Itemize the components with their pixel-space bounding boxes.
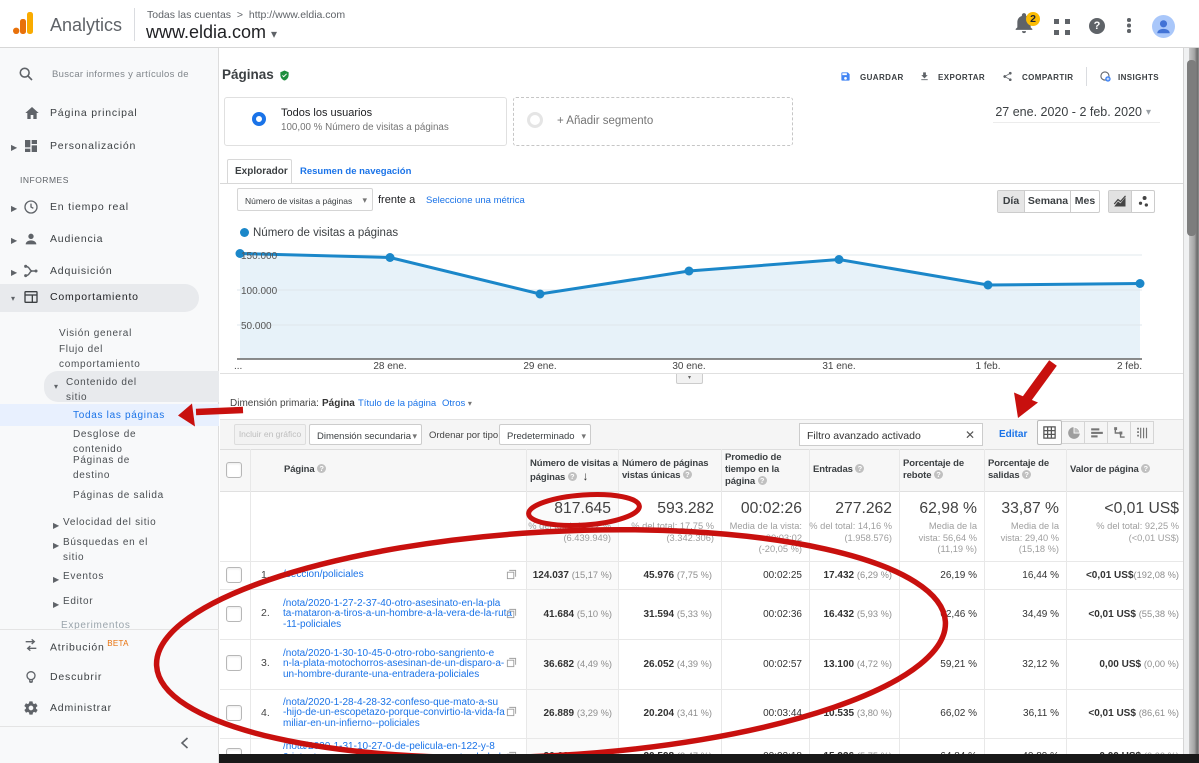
svg-text:30 ene.: 30 ene. (672, 361, 705, 372)
svg-text:31 ene.: 31 ene. (822, 361, 855, 372)
svg-text:1 feb.: 1 feb. (975, 361, 1000, 372)
svg-text:29 ene.: 29 ene. (523, 361, 556, 372)
svg-text:28 ene.: 28 ene. (373, 361, 406, 372)
svg-text:2 feb.: 2 feb. (1117, 361, 1142, 372)
svg-text:...: ... (234, 361, 242, 372)
svg-text:50.000: 50.000 (241, 321, 272, 332)
svg-text:150.000: 150.000 (241, 251, 278, 262)
svg-text:100.000: 100.000 (241, 286, 278, 297)
